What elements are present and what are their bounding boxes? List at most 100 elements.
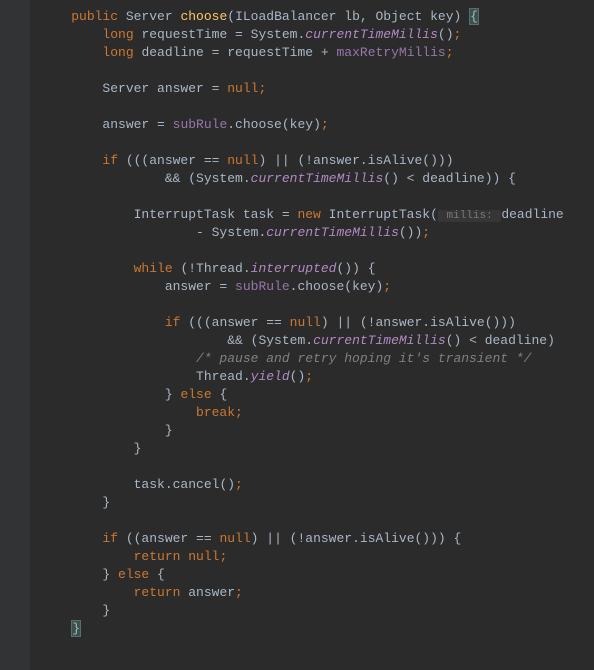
indent — [40, 567, 102, 582]
code-line: task.cancel(); — [40, 476, 594, 494]
token-brace-match: } — [71, 620, 81, 637]
code-line: break; — [40, 404, 594, 422]
code-line — [40, 458, 594, 476]
token-kw: null — [290, 315, 321, 330]
code-line: } else { — [40, 386, 594, 404]
token-type: .choose(key) — [227, 117, 321, 132]
token-semicolon: ; — [305, 369, 313, 384]
code-line: } — [40, 494, 594, 512]
code-line: return null; — [40, 548, 594, 566]
token-paren: () — [438, 27, 454, 42]
indent — [40, 81, 102, 96]
token-type: InterruptTask( — [329, 207, 438, 222]
token-semicolon: ; — [219, 549, 227, 564]
token-type: deadline = requestTime + — [141, 45, 336, 60]
token-type: Thread. — [196, 369, 251, 384]
token-type: task.cancel() — [134, 477, 235, 492]
editor-gutter[interactable] — [0, 0, 30, 670]
code-line: } else { — [40, 566, 594, 584]
code-line: long requestTime = System.currentTimeMil… — [40, 26, 594, 44]
token-semicolon: ; — [454, 27, 462, 42]
token-method-static: currentTimeMillis — [251, 171, 384, 186]
token-type: ()) { — [336, 261, 375, 276]
token-type: } — [134, 441, 142, 456]
indent — [40, 27, 102, 42]
code-line: long deadline = requestTime + maxRetryMi… — [40, 44, 594, 62]
token-type: ) || (!answer.isAlive())) — [321, 315, 516, 330]
token-semicolon: ; — [446, 45, 454, 60]
token-comment: /* pause and retry hoping it's transient… — [196, 351, 531, 366]
token-type: { — [157, 567, 165, 582]
indent — [40, 585, 134, 600]
code-line — [40, 242, 594, 260]
token-type: InterruptTask task = — [134, 207, 298, 222]
token-kw: null — [219, 531, 250, 546]
code-line: while (!Thread.interrupted()) { — [40, 260, 594, 278]
token-kw: public — [71, 9, 126, 24]
indent — [40, 351, 196, 366]
code-line: && (System.currentTimeMillis() < deadlin… — [40, 332, 594, 350]
code-line: && (System.currentTimeMillis() < deadlin… — [40, 170, 594, 188]
token-type: ()) — [399, 225, 422, 240]
token-type: ) || (!answer.isAlive())) { — [251, 531, 462, 546]
indent — [40, 261, 134, 276]
indent — [40, 405, 196, 420]
code-line: return answer; — [40, 584, 594, 602]
token-type: } — [102, 567, 118, 582]
token-kw: new — [297, 207, 328, 222]
token-semicolon: ; — [235, 477, 243, 492]
code-line: - System.currentTimeMillis()); — [40, 224, 594, 242]
token-kw: null — [227, 153, 258, 168]
token-kw: else — [118, 567, 157, 582]
indent — [40, 369, 196, 384]
code-line — [40, 62, 594, 80]
token-kw: return — [134, 585, 189, 600]
indent — [40, 171, 165, 186]
code-line — [40, 512, 594, 530]
indent — [40, 495, 102, 510]
code-line: answer = subRule.choose(key); — [40, 116, 594, 134]
token-type: Server — [126, 9, 181, 24]
token-field: subRule — [173, 117, 228, 132]
code-line: } — [40, 620, 594, 638]
token-param: key — [430, 9, 453, 24]
token-method-static: currentTimeMillis — [313, 333, 446, 348]
token-type: deadline — [501, 207, 563, 222]
indent — [40, 45, 102, 60]
token-kw: if — [102, 153, 125, 168]
token-semicolon: ; — [235, 405, 243, 420]
token-type: (!Thread. — [180, 261, 250, 276]
token-kw: if — [102, 531, 125, 546]
token-brace-match: { — [469, 8, 479, 25]
token-type: .choose(key) — [290, 279, 384, 294]
token-kw: break — [196, 405, 235, 420]
code-editor: public Server choose(ILoadBalancer lb, O… — [0, 0, 594, 670]
indent — [40, 315, 165, 330]
code-line: } — [40, 602, 594, 620]
code-line: if ((answer == null) || (!answer.isAlive… — [40, 530, 594, 548]
code-line: } — [40, 422, 594, 440]
token-type: () — [290, 369, 306, 384]
indent — [40, 441, 134, 456]
code-line: answer = subRule.choose(key); — [40, 278, 594, 296]
token-type: () < deadline)) { — [383, 171, 516, 186]
code-line — [40, 296, 594, 314]
token-semicolon: ; — [235, 585, 243, 600]
token-type: ((answer == — [126, 531, 220, 546]
token-type: } — [165, 423, 173, 438]
indent — [40, 117, 102, 132]
code-line: if (((answer == null) || (!answer.isAliv… — [40, 314, 594, 332]
token-kw: null — [227, 81, 258, 96]
code-line: public Server choose(ILoadBalancer lb, O… — [40, 8, 594, 26]
token-hint: millis: — [438, 210, 501, 222]
token-type: ILoadBalancer — [235, 9, 344, 24]
token-field: maxRetryMillis — [336, 45, 445, 60]
indent — [40, 423, 165, 438]
token-type: answer = — [102, 117, 172, 132]
token-method-static: currentTimeMillis — [305, 27, 438, 42]
indent — [40, 225, 196, 240]
token-type: - System. — [196, 225, 266, 240]
token-type: (((answer == — [126, 153, 227, 168]
code-text-area[interactable]: public Server choose(ILoadBalancer lb, O… — [30, 0, 594, 670]
token-method-decl: choose — [180, 9, 227, 24]
